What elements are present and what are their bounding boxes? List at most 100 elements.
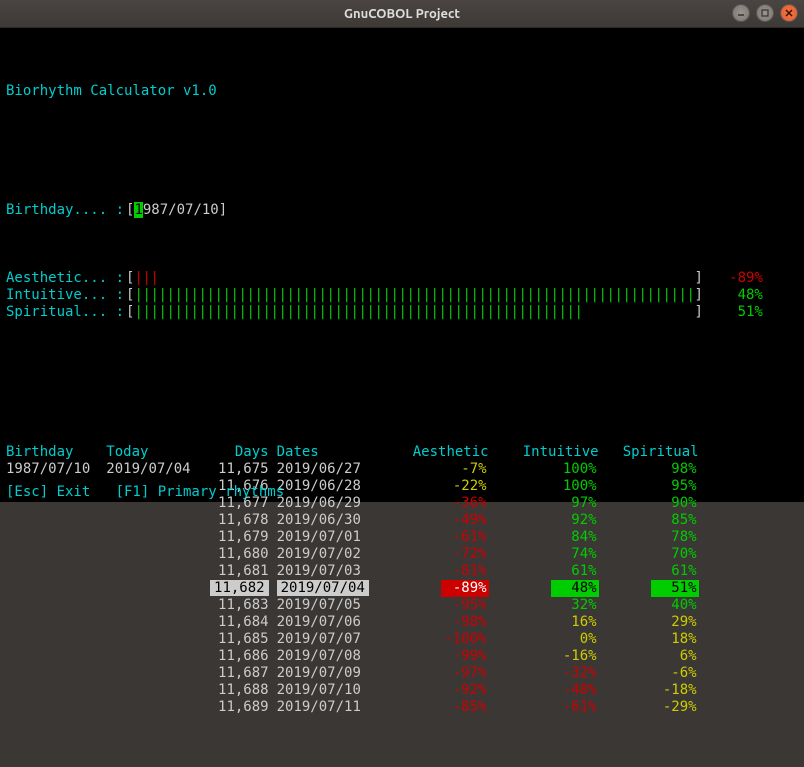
bar-row: Intuitive... :[|||||||||||||||||||||||||…	[6, 287, 798, 304]
cell-days: 11,683	[207, 597, 277, 614]
col-dates: Dates	[277, 444, 387, 461]
cell-days: 11,675	[207, 461, 277, 478]
col-intuitive: Intuitive	[497, 444, 607, 461]
table-row: 11,6882019/07/10-92%-48%-18%	[6, 682, 707, 699]
table-row: 11,6832019/07/05-95%32%40%	[6, 597, 707, 614]
table-row: 1987/07/102019/07/0411,6752019/06/27-7%1…	[6, 461, 707, 478]
table-row: 11,6802019/07/02-72%74%70%	[6, 546, 707, 563]
cell-intuitive: 48%	[497, 580, 607, 597]
cell-today	[106, 648, 206, 665]
terminal-area[interactable]: Biorhythm Calculator v1.0 Birthday.... :…	[0, 28, 804, 502]
maximize-button[interactable]	[756, 4, 774, 22]
window-controls	[732, 4, 798, 22]
cell-spiritual: -6%	[607, 665, 707, 682]
cell-today	[106, 546, 206, 563]
cell-intuitive: 61%	[497, 563, 607, 580]
cell-spiritual: -18%	[607, 682, 707, 699]
cell-aesthetic: -85%	[387, 699, 497, 716]
cell-date: 2019/07/11	[277, 699, 387, 716]
table-header-row: Birthday Today Days Dates Aesthetic Intu…	[6, 444, 707, 461]
bar-value: -89%	[703, 270, 763, 287]
birthday-label: Birthday.... :	[6, 202, 126, 219]
cell-intuitive: -48%	[497, 682, 607, 699]
cell-aesthetic: -81%	[387, 563, 497, 580]
app-title: Biorhythm Calculator v1.0	[6, 83, 217, 100]
cell-birthday	[6, 546, 106, 563]
col-spiritual: Spiritual	[607, 444, 707, 461]
cell-spiritual: 51%	[607, 580, 707, 597]
cell-aesthetic: -49%	[387, 512, 497, 529]
cell-birthday	[6, 580, 106, 597]
cell-aesthetic: -61%	[387, 529, 497, 546]
col-birthday: Birthday	[6, 444, 106, 461]
cell-aesthetic: -72%	[387, 546, 497, 563]
cell-birthday	[6, 597, 106, 614]
cell-days: 11,680	[207, 546, 277, 563]
bar-label: Intuitive... :	[6, 287, 126, 304]
birthday-input-row: Birthday.... : [1987/07/10]	[6, 202, 798, 219]
cell-birthday	[6, 563, 106, 580]
cell-today	[106, 665, 206, 682]
cell-spiritual: -29%	[607, 699, 707, 716]
col-days: Days	[207, 444, 277, 461]
cell-aesthetic: -89%	[387, 580, 497, 597]
cell-days: 11,688	[207, 682, 277, 699]
cell-spiritual: 18%	[607, 631, 707, 648]
cell-days: 11,681	[207, 563, 277, 580]
cell-today	[106, 699, 206, 716]
cell-intuitive: -61%	[497, 699, 607, 716]
cell-spiritual: 40%	[607, 597, 707, 614]
cell-date: 2019/06/27	[277, 461, 387, 478]
cell-intuitive: 16%	[497, 614, 607, 631]
cell-days: 11,687	[207, 665, 277, 682]
table-row: 11,6822019/07/04-89%48%51%	[6, 580, 707, 597]
cell-spiritual: 85%	[607, 512, 707, 529]
bar-track: |||	[134, 270, 694, 287]
cell-today	[106, 631, 206, 648]
col-aesthetic: Aesthetic	[387, 444, 497, 461]
cell-aesthetic: -7%	[387, 461, 497, 478]
cell-today	[106, 614, 206, 631]
cell-birthday	[6, 529, 106, 546]
cell-birthday	[6, 699, 106, 716]
close-button[interactable]	[780, 4, 798, 22]
window-title: GnuCOBOL Project	[0, 7, 804, 21]
cell-today	[106, 563, 206, 580]
table-row: 11,6852019/07/07-100%0%18%	[6, 631, 707, 648]
table-row: 11,6892019/07/11-85%-61%-29%	[6, 699, 707, 716]
cell-date: 2019/07/05	[277, 597, 387, 614]
table-row: 11,6792019/07/01-61%84%78%	[6, 529, 707, 546]
cell-spiritual: 78%	[607, 529, 707, 546]
cell-days: 11,689	[207, 699, 277, 716]
cell-birthday	[6, 512, 106, 529]
table-row: 11,6862019/07/08-99%-16%6%	[6, 648, 707, 665]
table-row: 11,6812019/07/03-81%61%61%	[6, 563, 707, 580]
cell-spiritual: 98%	[607, 461, 707, 478]
cell-intuitive: 74%	[497, 546, 607, 563]
cell-aesthetic: -97%	[387, 665, 497, 682]
cell-days: 11,685	[207, 631, 277, 648]
bar-value: 51%	[703, 304, 763, 321]
cell-intuitive: -32%	[497, 665, 607, 682]
cell-date: 2019/07/10	[277, 682, 387, 699]
cell-date: 2019/07/01	[277, 529, 387, 546]
cell-today	[106, 597, 206, 614]
cell-days: 11,684	[207, 614, 277, 631]
bar-row: Aesthetic... :[||| ]-89%	[6, 270, 798, 287]
cell-date: 2019/07/03	[277, 563, 387, 580]
cell-today	[106, 512, 206, 529]
minimize-button[interactable]	[732, 4, 750, 22]
cell-birthday	[6, 665, 106, 682]
birthday-input[interactable]: 1987/07/10	[134, 202, 218, 219]
cell-birthday	[6, 631, 106, 648]
bar-row: Spiritual... :[|||||||||||||||||||||||||…	[6, 304, 798, 321]
cell-date: 2019/07/09	[277, 665, 387, 682]
bar-label: Aesthetic... :	[6, 270, 126, 287]
cell-today	[106, 580, 206, 597]
cell-date: 2019/07/04	[277, 580, 387, 597]
bar-track: ||||||||||||||||||||||||||||||||||||||||…	[134, 304, 694, 321]
cell-intuitive: -16%	[497, 648, 607, 665]
table-row: 11,6782019/06/30-49%92%85%	[6, 512, 707, 529]
cell-birthday	[6, 648, 106, 665]
cell-days: 11,679	[207, 529, 277, 546]
